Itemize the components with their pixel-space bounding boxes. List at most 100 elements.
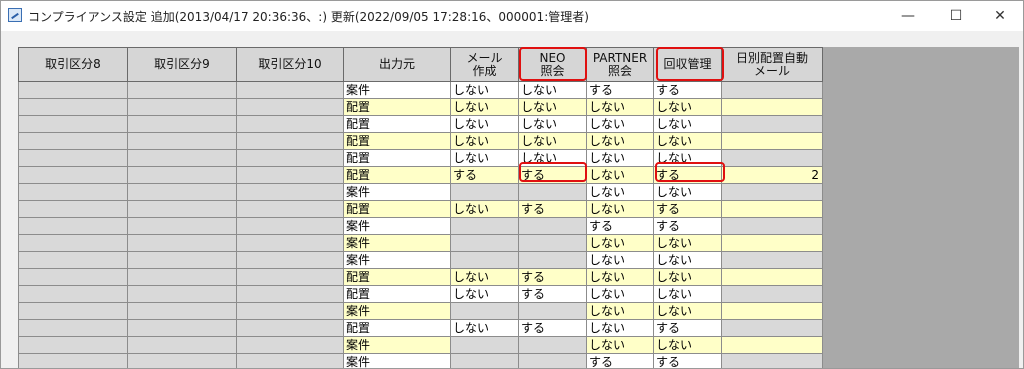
cell-neo-inquiry[interactable]: しない [518,132,587,150]
cell-output-source[interactable]: 案件 [343,234,451,252]
cell-torihiki9[interactable] [127,319,237,337]
cell-torihiki10[interactable] [236,115,344,133]
cell-torihiki10[interactable] [236,98,344,116]
cell-daily-mail[interactable]: 2 [721,166,823,184]
cell-torihiki8[interactable] [18,81,128,99]
cell-neo-inquiry[interactable] [518,336,587,354]
cell-torihiki8[interactable] [18,302,128,320]
cell-partner-inquiry[interactable]: する [586,81,654,99]
table-row[interactable]: 案件 する する [18,353,823,368]
cell-daily-mail[interactable] [721,149,823,167]
cell-torihiki10[interactable] [236,200,344,218]
cell-torihiki9[interactable] [127,251,237,269]
cell-neo-inquiry[interactable]: する [518,319,587,337]
table-row[interactable]: 配置 しない しない しない しない [18,115,823,133]
cell-torihiki9[interactable] [127,183,237,201]
cell-torihiki9[interactable] [127,200,237,218]
cell-torihiki10[interactable] [236,217,344,235]
cell-daily-mail[interactable] [721,319,823,337]
cell-partner-inquiry[interactable]: しない [586,336,654,354]
cell-daily-mail[interactable] [721,285,823,303]
cell-partner-inquiry[interactable]: する [586,217,654,235]
cell-collection[interactable]: する [653,353,722,368]
cell-torihiki9[interactable] [127,285,237,303]
table-row[interactable]: 配置 しない する しない しない [18,285,823,303]
cell-torihiki8[interactable] [18,268,128,286]
cell-output-source[interactable]: 配置 [343,98,451,116]
cell-collection[interactable]: しない [653,251,722,269]
cell-collection[interactable]: する [653,81,722,99]
cell-torihiki8[interactable] [18,183,128,201]
cell-torihiki8[interactable] [18,98,128,116]
cell-neo-inquiry[interactable] [518,353,587,368]
cell-mail-create[interactable]: しない [450,132,519,150]
cell-torihiki8[interactable] [18,353,128,368]
cell-partner-inquiry[interactable]: しない [586,200,654,218]
cell-partner-inquiry[interactable]: しない [586,319,654,337]
cell-output-source[interactable]: 案件 [343,217,451,235]
cell-partner-inquiry[interactable]: しない [586,183,654,201]
cell-torihiki8[interactable] [18,319,128,337]
cell-partner-inquiry[interactable]: しない [586,268,654,286]
cell-mail-create[interactable]: しない [450,200,519,218]
table-row[interactable]: 配置 しない する しない する [18,200,823,218]
header-torihiki9[interactable]: 取引区分9 [127,47,237,82]
cell-collection[interactable]: しない [653,132,722,150]
table-row[interactable]: 配置 しない する しない しない [18,268,823,286]
cell-torihiki9[interactable] [127,234,237,252]
close-button[interactable]: ✕ [977,1,1023,31]
cell-collection[interactable]: しない [653,234,722,252]
cell-collection[interactable]: しない [653,302,722,320]
table-row[interactable]: 案件 しない しない [18,336,823,354]
cell-output-source[interactable]: 案件 [343,336,451,354]
cell-partner-inquiry[interactable]: しない [586,166,654,184]
cell-mail-create[interactable] [450,353,519,368]
cell-output-source[interactable]: 配置 [343,319,451,337]
cell-neo-inquiry[interactable] [518,234,587,252]
cell-partner-inquiry[interactable]: しない [586,115,654,133]
cell-neo-inquiry[interactable]: しない [518,81,587,99]
cell-partner-inquiry[interactable]: しない [586,234,654,252]
cell-mail-create[interactable] [450,336,519,354]
cell-torihiki8[interactable] [18,200,128,218]
table-row[interactable]: 配置 しない する しない する [18,319,823,337]
cell-torihiki8[interactable] [18,285,128,303]
cell-torihiki9[interactable] [127,336,237,354]
cell-torihiki8[interactable] [18,166,128,184]
cell-torihiki10[interactable] [236,285,344,303]
maximize-button[interactable]: ☐ [933,1,979,31]
cell-mail-create[interactable]: しない [450,81,519,99]
cell-torihiki8[interactable] [18,132,128,150]
header-output-source[interactable]: 出力元 [343,47,451,82]
header-torihiki10[interactable]: 取引区分10 [236,47,344,82]
cell-partner-inquiry[interactable]: しない [586,285,654,303]
table-row[interactable]: 配置 しない しない しない しない [18,98,823,116]
cell-torihiki10[interactable] [236,268,344,286]
cell-torihiki10[interactable] [236,149,344,167]
cell-mail-create[interactable] [450,251,519,269]
cell-collection[interactable]: する [653,319,722,337]
cell-neo-inquiry[interactable]: する [518,200,587,218]
cell-partner-inquiry[interactable]: しない [586,132,654,150]
header-mail-create[interactable]: メール 作成 [450,47,519,82]
cell-torihiki9[interactable] [127,166,237,184]
table-row[interactable]: 案件 しない しない [18,183,823,201]
cell-torihiki10[interactable] [236,336,344,354]
cell-daily-mail[interactable] [721,234,823,252]
cell-daily-mail[interactable] [721,251,823,269]
cell-collection[interactable]: しない [653,268,722,286]
cell-partner-inquiry[interactable]: しない [586,251,654,269]
cell-neo-inquiry[interactable] [518,302,587,320]
header-torihiki8[interactable]: 取引区分8 [18,47,128,82]
cell-mail-create[interactable] [450,234,519,252]
cell-torihiki9[interactable] [127,149,237,167]
cell-torihiki9[interactable] [127,268,237,286]
cell-neo-inquiry[interactable]: する [518,268,587,286]
cell-mail-create[interactable]: する [450,166,519,184]
cell-output-source[interactable]: 案件 [343,81,451,99]
cell-torihiki8[interactable] [18,149,128,167]
cell-collection[interactable]: しない [653,115,722,133]
cell-daily-mail[interactable] [721,217,823,235]
cell-daily-mail[interactable] [721,183,823,201]
cell-torihiki10[interactable] [236,183,344,201]
